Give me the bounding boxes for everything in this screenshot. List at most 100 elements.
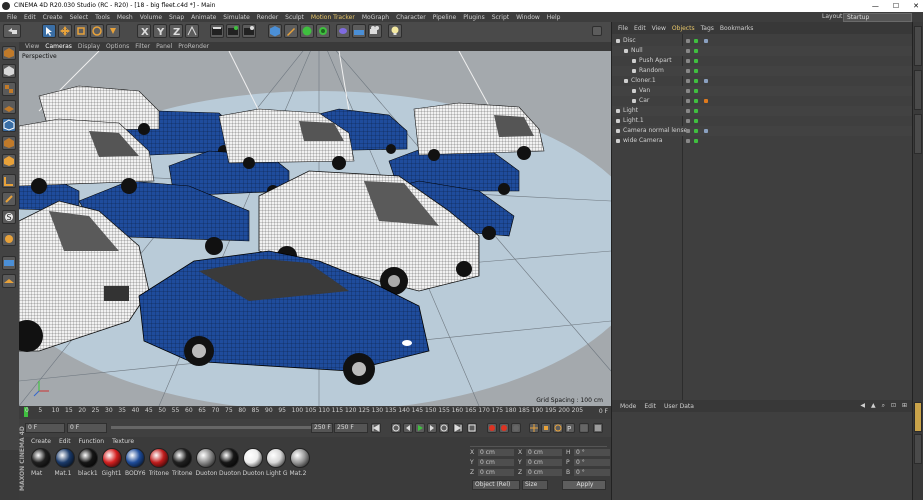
maximize-button[interactable]: ☐: [893, 0, 899, 12]
menu-item[interactable]: Script: [492, 14, 509, 21]
workplane-lock-icon[interactable]: [2, 232, 16, 246]
material-menu-item[interactable]: Edit: [59, 438, 71, 445]
object-name[interactable]: Light.1: [623, 116, 644, 126]
enabled-check-icon[interactable]: [694, 99, 698, 103]
object-manager-menu-item[interactable]: Objects: [672, 25, 695, 32]
apply-button[interactable]: Apply: [562, 480, 606, 490]
minimize-button[interactable]: —: [872, 0, 879, 12]
menu-item[interactable]: Pipeline: [433, 14, 456, 21]
enabled-check-icon[interactable]: [694, 39, 698, 43]
object-name[interactable]: Random: [639, 66, 664, 76]
object-row[interactable]: Disc: [612, 36, 913, 46]
menu-item[interactable]: Sculpt: [285, 14, 304, 21]
floor-environment-icon[interactable]: [352, 24, 366, 38]
menu-item[interactable]: Animate: [191, 14, 216, 21]
camera-icon[interactable]: [368, 24, 382, 38]
object-row[interactable]: Van: [612, 86, 913, 96]
move-tool-icon[interactable]: [58, 24, 72, 38]
tag-icon[interactable]: [704, 39, 708, 43]
coordinate-value-field[interactable]: 0 cm: [526, 469, 562, 476]
attributes-side-tab[interactable]: [914, 402, 922, 432]
back-arrow-icon[interactable]: ◀: [860, 402, 865, 410]
light-icon[interactable]: [388, 24, 402, 38]
x-axis-lock-icon[interactable]: X: [137, 24, 151, 38]
viewport-menu-item[interactable]: Options: [106, 43, 129, 50]
menu-item[interactable]: Tools: [95, 14, 110, 21]
viewport-menu-item[interactable]: Panel: [156, 43, 172, 50]
object-row[interactable]: Camera normal lense: [612, 126, 913, 136]
visibility-toggle-icon[interactable]: [686, 79, 690, 83]
recent-tools-icon[interactable]: [106, 24, 120, 38]
scale-key-icon[interactable]: [541, 423, 551, 433]
material-swatch[interactable]: [101, 448, 122, 468]
render-view-icon[interactable]: [210, 24, 224, 38]
rotate-tool-icon[interactable]: [90, 24, 104, 38]
next-frame-button[interactable]: [427, 423, 437, 433]
material-swatch[interactable]: [219, 448, 239, 468]
record-keys-button[interactable]: [487, 423, 497, 433]
coordinate-value-field[interactable]: 0 cm: [526, 459, 562, 466]
material-swatch[interactable]: [289, 448, 310, 468]
size-mode-select[interactable]: Size: [522, 480, 548, 490]
object-name[interactable]: Car: [639, 96, 649, 106]
coordinate-value-field[interactable]: 0 cm: [478, 459, 514, 466]
material-swatch[interactable]: [125, 448, 145, 468]
menu-item[interactable]: Select: [70, 14, 89, 21]
enabled-check-icon[interactable]: [694, 69, 698, 73]
object-manager-menu-item[interactable]: View: [652, 25, 666, 32]
object-name[interactable]: Van: [639, 86, 650, 96]
menu-item[interactable]: Create: [43, 14, 63, 21]
object-row[interactable]: Null: [612, 46, 913, 56]
position-key-icon[interactable]: [529, 423, 539, 433]
play-forward-button[interactable]: [415, 423, 425, 433]
object-manager-menu-item[interactable]: Bookmarks: [720, 25, 754, 32]
next-keyframe-button[interactable]: [439, 423, 449, 433]
enabled-check-icon[interactable]: [694, 59, 698, 63]
material-menu-item[interactable]: Texture: [112, 438, 134, 445]
timeline-settings-icon[interactable]: [593, 423, 603, 433]
visibility-toggle-icon[interactable]: [686, 99, 690, 103]
enabled-check-icon[interactable]: [694, 49, 698, 53]
render-to-picture-viewer-icon[interactable]: [226, 24, 240, 38]
layout-select[interactable]: Startup: [843, 13, 912, 22]
lock-icon[interactable]: ⊡: [891, 402, 896, 410]
go-to-end-button[interactable]: [453, 423, 463, 433]
coordinate-value-field[interactable]: 0 cm: [478, 469, 514, 476]
cube-primitive-icon[interactable]: [268, 24, 282, 38]
close-button[interactable]: ✕: [913, 0, 919, 12]
search-icon[interactable]: ⌕: [882, 402, 885, 410]
menu-item[interactable]: Volume: [140, 14, 162, 21]
material-swatch[interactable]: [78, 448, 98, 468]
visibility-toggle-icon[interactable]: [686, 109, 690, 113]
visibility-toggle-icon[interactable]: [686, 129, 690, 133]
material-swatch[interactable]: [195, 448, 216, 468]
texture-mode-icon[interactable]: [2, 82, 16, 96]
render-settings-icon[interactable]: [242, 24, 256, 38]
object-name[interactable]: Cloner.1: [631, 76, 656, 86]
visibility-toggle-icon[interactable]: [686, 59, 690, 63]
structure-side-tab[interactable]: [914, 114, 922, 154]
tag-icon[interactable]: [704, 129, 708, 133]
enabled-check-icon[interactable]: [694, 79, 698, 83]
viewport-menu-item[interactable]: ProRender: [178, 43, 209, 50]
attribute-manager-menu-item[interactable]: User Data: [664, 403, 694, 410]
visibility-toggle-icon[interactable]: [686, 139, 690, 143]
object-name[interactable]: Light: [623, 106, 638, 116]
loop-icon[interactable]: [467, 423, 477, 433]
enabled-check-icon[interactable]: [694, 89, 698, 93]
select-tool-icon[interactable]: [42, 24, 56, 38]
preview-start-field[interactable]: 0 F: [67, 423, 107, 433]
undo-button[interactable]: [3, 24, 21, 38]
objects-side-tab[interactable]: [914, 26, 922, 66]
timeline-ruler[interactable]: 0 F 0 5 10 15 20 25 30 35 40 45 50 55 60 65 70 75 80 85 90…: [19, 406, 611, 419]
object-name[interactable]: Camera normal lense: [623, 126, 687, 136]
menu-item[interactable]: Character: [396, 14, 426, 21]
object-row[interactable]: Push Apart: [612, 56, 913, 66]
enabled-check-icon[interactable]: [694, 129, 698, 133]
menu-item[interactable]: Plugins: [463, 14, 485, 21]
menu-item[interactable]: Motion Tracker: [311, 14, 355, 21]
perspective-viewport[interactable]: Perspective Grid Spacing : 100 cm: [19, 51, 611, 406]
object-row[interactable]: Car: [612, 96, 913, 106]
menu-item[interactable]: Help: [547, 14, 561, 21]
layers-side-tab[interactable]: [914, 434, 922, 464]
